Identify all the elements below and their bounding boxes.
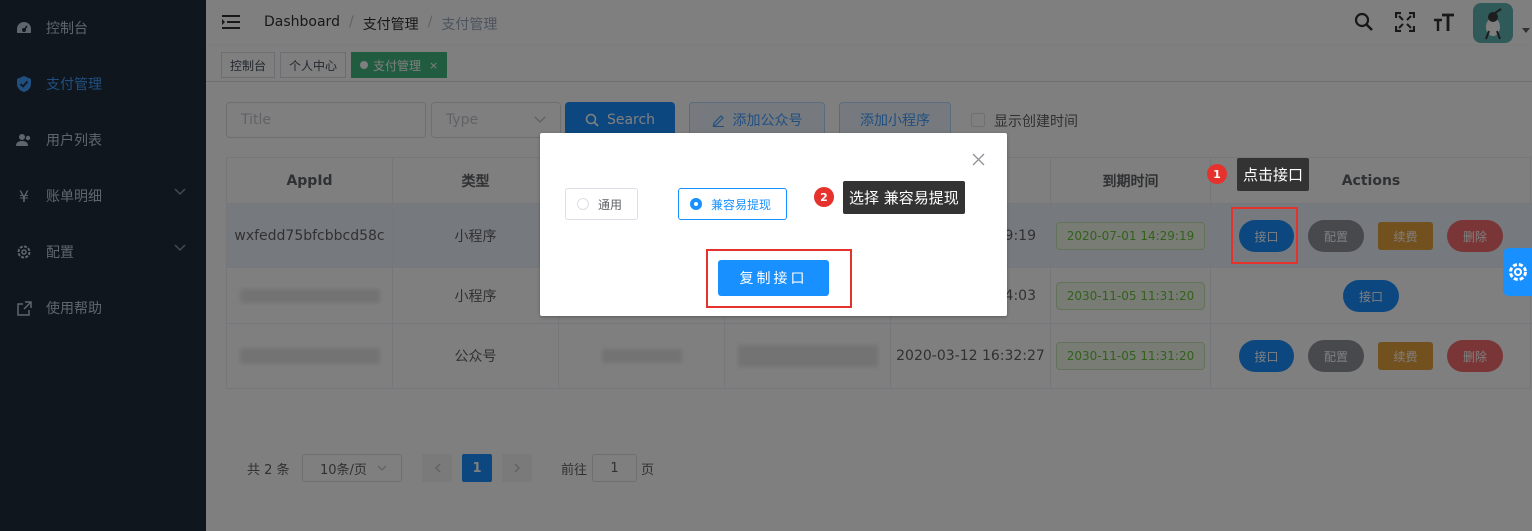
- close-icon[interactable]: [972, 153, 985, 166]
- step-callout: 选择 兼容易提现: [843, 181, 965, 214]
- settings-tab[interactable]: [1503, 248, 1532, 296]
- radio-label: 兼容易提现: [711, 197, 772, 212]
- highlight-copy-button: [706, 249, 852, 308]
- radio-label: 通用: [598, 197, 623, 212]
- step-callout: 点击接口: [1237, 158, 1310, 191]
- radio-circle: [690, 198, 702, 210]
- radio-general[interactable]: 通用: [565, 188, 638, 220]
- highlight-api-button: [1231, 207, 1298, 264]
- step-badge: 2: [814, 187, 834, 207]
- radio-easy-withdraw[interactable]: 兼容易提现: [678, 188, 787, 220]
- radio-circle: [577, 198, 589, 210]
- gear-icon: [1508, 263, 1527, 281]
- step-badge: 1: [1207, 164, 1227, 184]
